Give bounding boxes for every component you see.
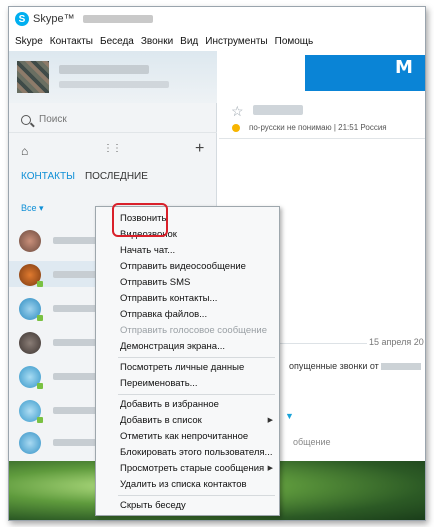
menu-item-send-sms[interactable]: Отправить SMS: [96, 275, 281, 291]
contacts-filter[interactable]: Все ▾: [21, 203, 44, 214]
menu-skype[interactable]: Skype: [15, 36, 43, 47]
menu-item-block-user[interactable]: Блокировать этого пользователя...: [96, 445, 281, 461]
home-icon[interactable]: ⌂: [21, 144, 28, 158]
menu-item-view-old-messages-label: Просмотреть старые сообщения: [120, 463, 265, 474]
menu-help[interactable]: Помощь: [275, 36, 314, 47]
online-status-icon: [37, 383, 43, 389]
date-label: 15 апреля 20: [369, 337, 424, 347]
call-highlight-box: [112, 203, 168, 237]
menu-item-view-profile[interactable]: Посмотреть личные данные: [96, 360, 281, 376]
online-status-icon: [37, 315, 43, 321]
submenu-arrow-icon: ▶: [267, 417, 273, 424]
add-contact-icon[interactable]: +: [195, 140, 204, 158]
menu-view[interactable]: Вид: [180, 36, 198, 47]
dialpad-icon[interactable]: ⋮⋮: [103, 143, 122, 154]
missed-calls-message: опущенные звонки от: [289, 361, 422, 371]
profile-name-blur: [59, 65, 149, 74]
window-title: Skype™: [33, 13, 75, 25]
menu-calls[interactable]: Звонки: [141, 36, 173, 47]
search-input[interactable]: [39, 114, 189, 125]
chevron-down-icon[interactable]: ▼: [285, 411, 294, 421]
contact-avatar: [19, 432, 41, 454]
banner-logo-icon: M: [395, 57, 413, 78]
menu-item-send-contacts[interactable]: Отправить контакты...: [96, 291, 281, 307]
contact-context-menu: Позвонить Видеозвонок Начать чат... Отпр…: [95, 206, 280, 516]
online-status-icon: [37, 281, 43, 287]
menu-separator: [118, 357, 275, 358]
sidebar-tabs: КОНТАКТЫ ПОСЛЕДНИЕ: [9, 171, 217, 191]
online-status-icon: [37, 417, 43, 423]
menu-item-remove-contact[interactable]: Удалить из списка контактов: [96, 477, 281, 493]
menu-item-view-old-messages[interactable]: Просмотреть старые сообщения ▶: [96, 461, 281, 477]
chat-status-text: по-русски не понимаю | 21:51 Россия: [249, 123, 387, 132]
chat-header: ☆ по-русски не понимаю | 21:51 Россия: [219, 93, 425, 139]
menu-conversation[interactable]: Беседа: [100, 36, 134, 47]
menu-tools[interactable]: Инструменты: [205, 36, 267, 47]
menu-item-add-to-list[interactable]: Добавить в список ▶: [96, 413, 281, 429]
missed-caller-blur: [381, 363, 422, 371]
menu-item-mark-unread[interactable]: Отметить как непрочитанное: [96, 429, 281, 445]
menu-item-add-favorites[interactable]: Добавить в избранное: [96, 397, 281, 413]
avatar[interactable]: [17, 61, 49, 93]
away-status-icon: [232, 124, 240, 132]
profile-status-blur: [59, 81, 169, 88]
menu-item-start-chat[interactable]: Начать чат...: [96, 243, 281, 259]
menu-separator: [118, 495, 275, 496]
title-bar: S Skype™: [9, 7, 425, 31]
menu-item-send-video-message[interactable]: Отправить видеосообщение: [96, 259, 281, 275]
sidebar-toolbar: ⌂ ⋮⋮ +: [9, 139, 217, 161]
submenu-arrow-icon: ▶: [267, 465, 273, 472]
search-bar: [9, 107, 217, 133]
message-hint: общение: [293, 437, 331, 447]
menu-item-hide-conversation[interactable]: Скрыть беседу: [96, 498, 281, 514]
contact-avatar: [19, 332, 41, 354]
profile-panel[interactable]: [9, 51, 217, 103]
menu-item-screen-share[interactable]: Демонстрация экрана...: [96, 339, 281, 355]
missed-calls-text: опущенные звонки от: [289, 361, 379, 371]
menu-item-add-to-list-label: Добавить в список: [120, 415, 202, 426]
menu-item-send-voice-message: Отправить голосовое сообщение: [120, 325, 267, 336]
menu-item-send-files[interactable]: Отправка файлов...: [96, 307, 281, 323]
contact-avatar: [19, 230, 41, 252]
search-icon: [21, 114, 31, 125]
title-username-blur: [82, 15, 153, 23]
tab-contacts[interactable]: КОНТАКТЫ: [21, 171, 75, 191]
menu-bar: Skype Контакты Беседа Звонки Вид Инструм…: [9, 33, 425, 49]
skype-logo-icon: S: [15, 12, 29, 26]
menu-contacts[interactable]: Контакты: [50, 36, 93, 47]
tab-recent[interactable]: ПОСЛЕДНИЕ: [85, 171, 148, 191]
menu-separator: [118, 394, 275, 395]
chat-contact-name-blur: [253, 105, 303, 115]
star-icon[interactable]: ☆: [231, 103, 244, 120]
menu-item-rename[interactable]: Переименовать...: [96, 376, 281, 392]
